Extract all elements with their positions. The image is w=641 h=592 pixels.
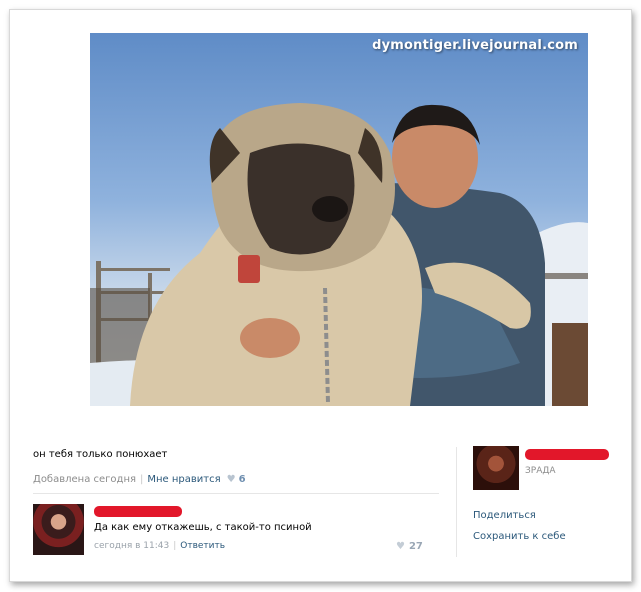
like-button[interactable]: Мне нравится bbox=[147, 474, 220, 485]
comment-time[interactable]: сегодня в 11:43 bbox=[94, 541, 169, 551]
post-date: Добавлена сегодня bbox=[33, 474, 136, 485]
reply-button[interactable]: Ответить bbox=[180, 541, 225, 551]
watermark-text: dymontiger.livejournal.com bbox=[372, 38, 578, 53]
post-text: он тебя только понюхает bbox=[33, 449, 168, 460]
heart-icon[interactable]: ♥ bbox=[227, 474, 236, 485]
post-meta: Добавлена сегодня | Мне нравится ♥ 6 bbox=[33, 474, 246, 485]
author-avatar[interactable] bbox=[473, 446, 519, 490]
commenter-avatar[interactable] bbox=[33, 504, 84, 555]
meta-separator: | bbox=[140, 474, 144, 485]
divider bbox=[33, 493, 439, 494]
save-link[interactable]: Сохранить к себе bbox=[473, 531, 566, 542]
comment-like[interactable]: ♥ 27 bbox=[396, 541, 423, 552]
heart-icon[interactable]: ♥ bbox=[396, 541, 405, 552]
column-divider bbox=[456, 447, 457, 557]
author-subtitle: ЗРАДА bbox=[525, 466, 556, 476]
meta-separator: | bbox=[173, 541, 177, 551]
share-link[interactable]: Поделиться bbox=[473, 510, 536, 521]
comment-text: Да как ему откажешь, с такой-то псиной bbox=[94, 522, 312, 533]
commenter-name-redacted[interactable] bbox=[94, 506, 182, 517]
comment-like-count: 27 bbox=[408, 541, 423, 552]
like-count: 6 bbox=[238, 474, 246, 485]
author-name-redacted[interactable] bbox=[525, 449, 609, 460]
post-photo[interactable]: dymontiger.livejournal.com bbox=[90, 33, 588, 406]
photo-scene bbox=[90, 103, 588, 406]
comment-meta: сегодня в 11:43 | Ответить bbox=[94, 541, 225, 551]
